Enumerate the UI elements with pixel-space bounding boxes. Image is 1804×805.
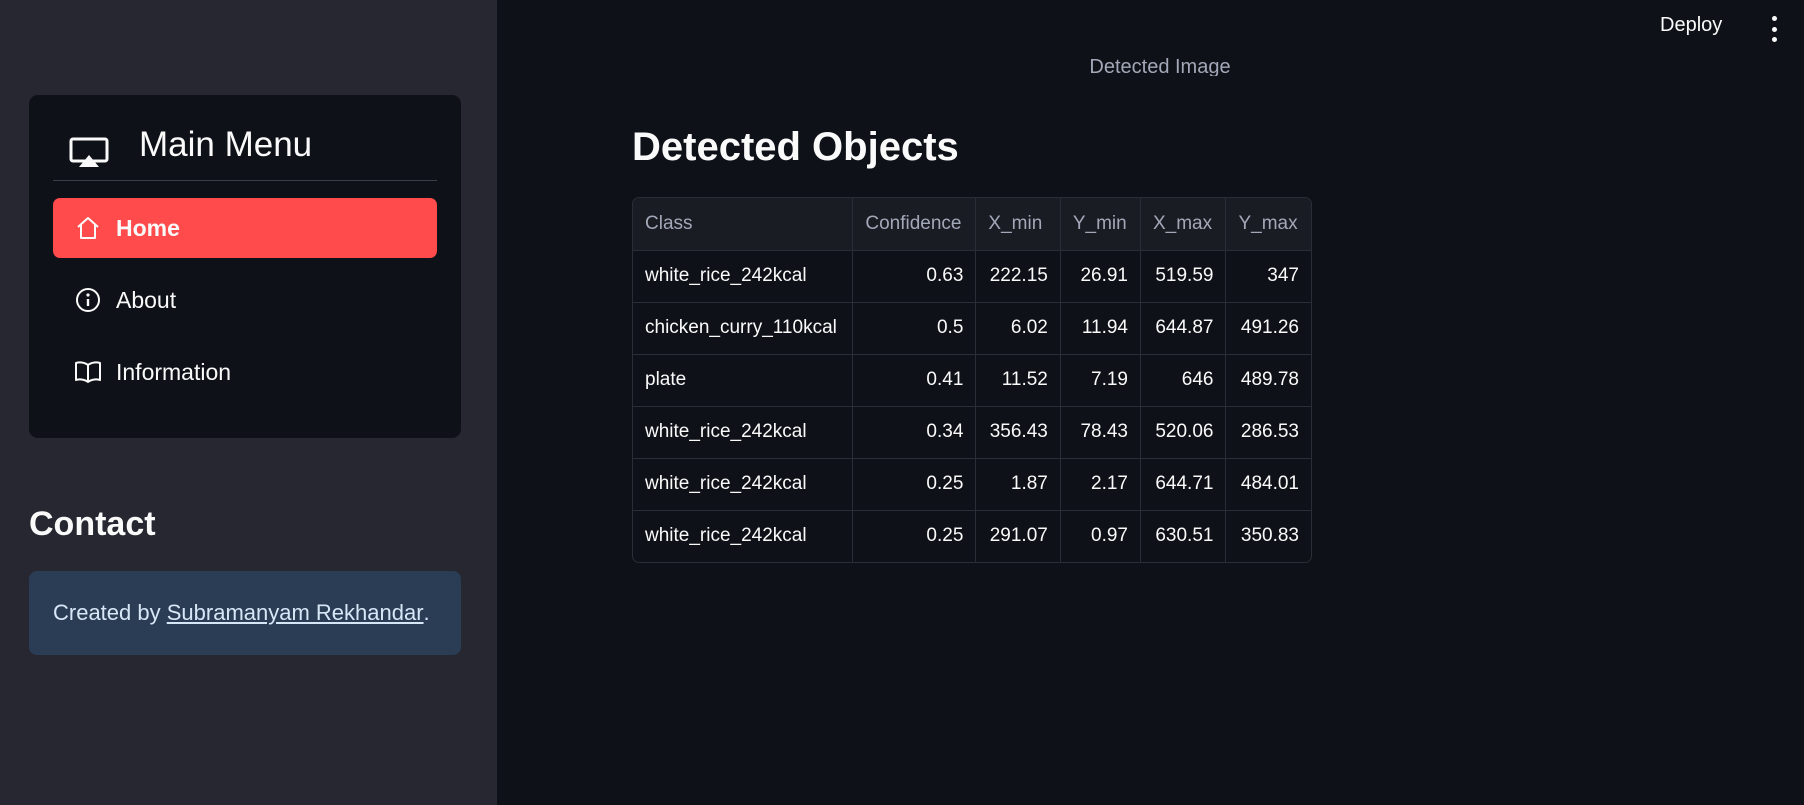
table-row: white_rice_242kcal 0.25 1.87 2.17 644.71 484.… bbox=[633, 458, 1311, 511]
table-cell[interactable]: 644.71 bbox=[1140, 458, 1227, 511]
contact-prefix: Created by bbox=[53, 600, 167, 625]
table-cell[interactable]: 0.97 bbox=[1060, 510, 1141, 562]
table-cell[interactable]: 520.06 bbox=[1140, 406, 1227, 459]
sidebar-item-home[interactable]: Home bbox=[53, 198, 437, 258]
table-cell[interactable]: 350.83 bbox=[1226, 510, 1311, 562]
column-header[interactable]: Confidence bbox=[852, 198, 977, 251]
table-cell[interactable]: 2.17 bbox=[1060, 458, 1141, 511]
table-cell[interactable]: 6.02 bbox=[975, 302, 1061, 355]
author-link[interactable]: Subramanyam Rekhandar bbox=[167, 600, 424, 626]
table-cell[interactable]: 286.53 bbox=[1225, 406, 1311, 459]
column-header[interactable]: Y_max bbox=[1225, 198, 1311, 251]
table-cell[interactable]: 78.43 bbox=[1060, 406, 1141, 459]
sidebar-item-about[interactable]: About bbox=[53, 270, 437, 330]
table-cell[interactable]: 0.34 bbox=[852, 406, 977, 459]
table-cell[interactable]: 7.19 bbox=[1060, 354, 1141, 407]
table-cell[interactable]: 630.51 bbox=[1140, 510, 1227, 562]
table-cell[interactable]: white_rice_242kcal bbox=[633, 458, 854, 511]
table-cell[interactable]: 646 bbox=[1140, 354, 1227, 407]
sidebar-item-label: Home bbox=[116, 214, 180, 241]
table-cell[interactable]: 222.15 bbox=[975, 250, 1061, 303]
table-cell[interactable]: 356.43 bbox=[975, 406, 1061, 459]
table-cell[interactable]: 0.5 bbox=[852, 302, 977, 355]
section-title: Detected Objects bbox=[632, 125, 959, 169]
contact-box: Created by Subramanyam Rekhandar . bbox=[29, 571, 461, 655]
table-row: white_rice_242kcal 0.63 222.15 26.91 519.59 3… bbox=[633, 250, 1311, 303]
table-cell[interactable]: 489.78 bbox=[1225, 354, 1311, 407]
table-cell[interactable]: 1.87 bbox=[975, 458, 1061, 511]
sidebar-item-label: Information bbox=[116, 358, 232, 385]
table-cell[interactable]: white_rice_242kcal bbox=[633, 510, 854, 562]
table-cell[interactable]: 11.52 bbox=[975, 354, 1061, 407]
table-cell[interactable]: chicken_curry_110kcal bbox=[633, 302, 854, 355]
kebab-menu-icon[interactable] bbox=[1764, 16, 1784, 42]
table-cell[interactable]: 26.91 bbox=[1060, 250, 1141, 303]
home-icon bbox=[74, 214, 102, 242]
detected-objects-table[interactable]: Class Confidence X_min Y_min X_max Y_max… bbox=[632, 197, 1312, 563]
sidebar: Main Menu Home About Information Contact… bbox=[0, 0, 497, 805]
table-row: chicken_curry_110kcal 0.5 6.02 11.94 644.87 4… bbox=[633, 302, 1311, 355]
table-cell[interactable]: 519.59 bbox=[1140, 250, 1227, 303]
table-row: white_rice_242kcal 0.25 291.07 0.97 630.51 35… bbox=[633, 510, 1311, 562]
column-header[interactable]: X_max bbox=[1140, 198, 1227, 251]
table-cell[interactable]: white_rice_242kcal bbox=[633, 406, 854, 459]
info-icon bbox=[74, 286, 102, 314]
table-cell[interactable]: white_rice_242kcal bbox=[633, 250, 854, 303]
book-icon bbox=[74, 358, 102, 386]
table-cell[interactable]: 484.01 bbox=[1225, 458, 1311, 511]
sidebar-item-information[interactable]: Information bbox=[53, 342, 437, 402]
column-header[interactable]: Y_min bbox=[1060, 198, 1141, 251]
main-menu-card: Main Menu Home About Information bbox=[29, 95, 461, 438]
sidebar-item-label: About bbox=[116, 286, 177, 313]
table-cell[interactable]: 491.26 bbox=[1225, 302, 1311, 355]
menu-header: Main Menu bbox=[53, 125, 437, 181]
column-header[interactable]: Class bbox=[633, 198, 854, 251]
table-cell[interactable]: 0.25 bbox=[852, 510, 977, 562]
table-cell[interactable]: 291.07 bbox=[975, 510, 1061, 562]
table-cell[interactable]: plate bbox=[633, 354, 854, 407]
menu-title: Main Menu bbox=[139, 125, 313, 164]
table-cell[interactable]: 347 bbox=[1225, 250, 1311, 303]
deploy-button[interactable]: Deploy bbox=[1660, 14, 1722, 37]
table-cell[interactable]: 0.25 bbox=[852, 458, 977, 511]
table-cell[interactable]: 11.94 bbox=[1060, 302, 1141, 355]
table-cell[interactable]: 0.41 bbox=[852, 354, 977, 407]
cast-icon bbox=[69, 137, 109, 169]
table-cell[interactable]: 0.63 bbox=[852, 250, 977, 303]
contact-suffix: . bbox=[423, 600, 430, 625]
column-header[interactable]: X_min bbox=[975, 198, 1061, 251]
table-row: white_rice_242kcal 0.34 356.43 78.43 520.06 2… bbox=[633, 406, 1311, 459]
contact-title: Contact bbox=[29, 505, 156, 543]
image-caption: Detected Image bbox=[1089, 56, 1231, 76]
table-cell[interactable]: 644.87 bbox=[1140, 302, 1227, 355]
table-row: plate 0.41 11.52 7.19 646 489.78 bbox=[633, 354, 1311, 407]
table-header-row: Class Confidence X_min Y_min X_max Y_max bbox=[633, 198, 1311, 251]
